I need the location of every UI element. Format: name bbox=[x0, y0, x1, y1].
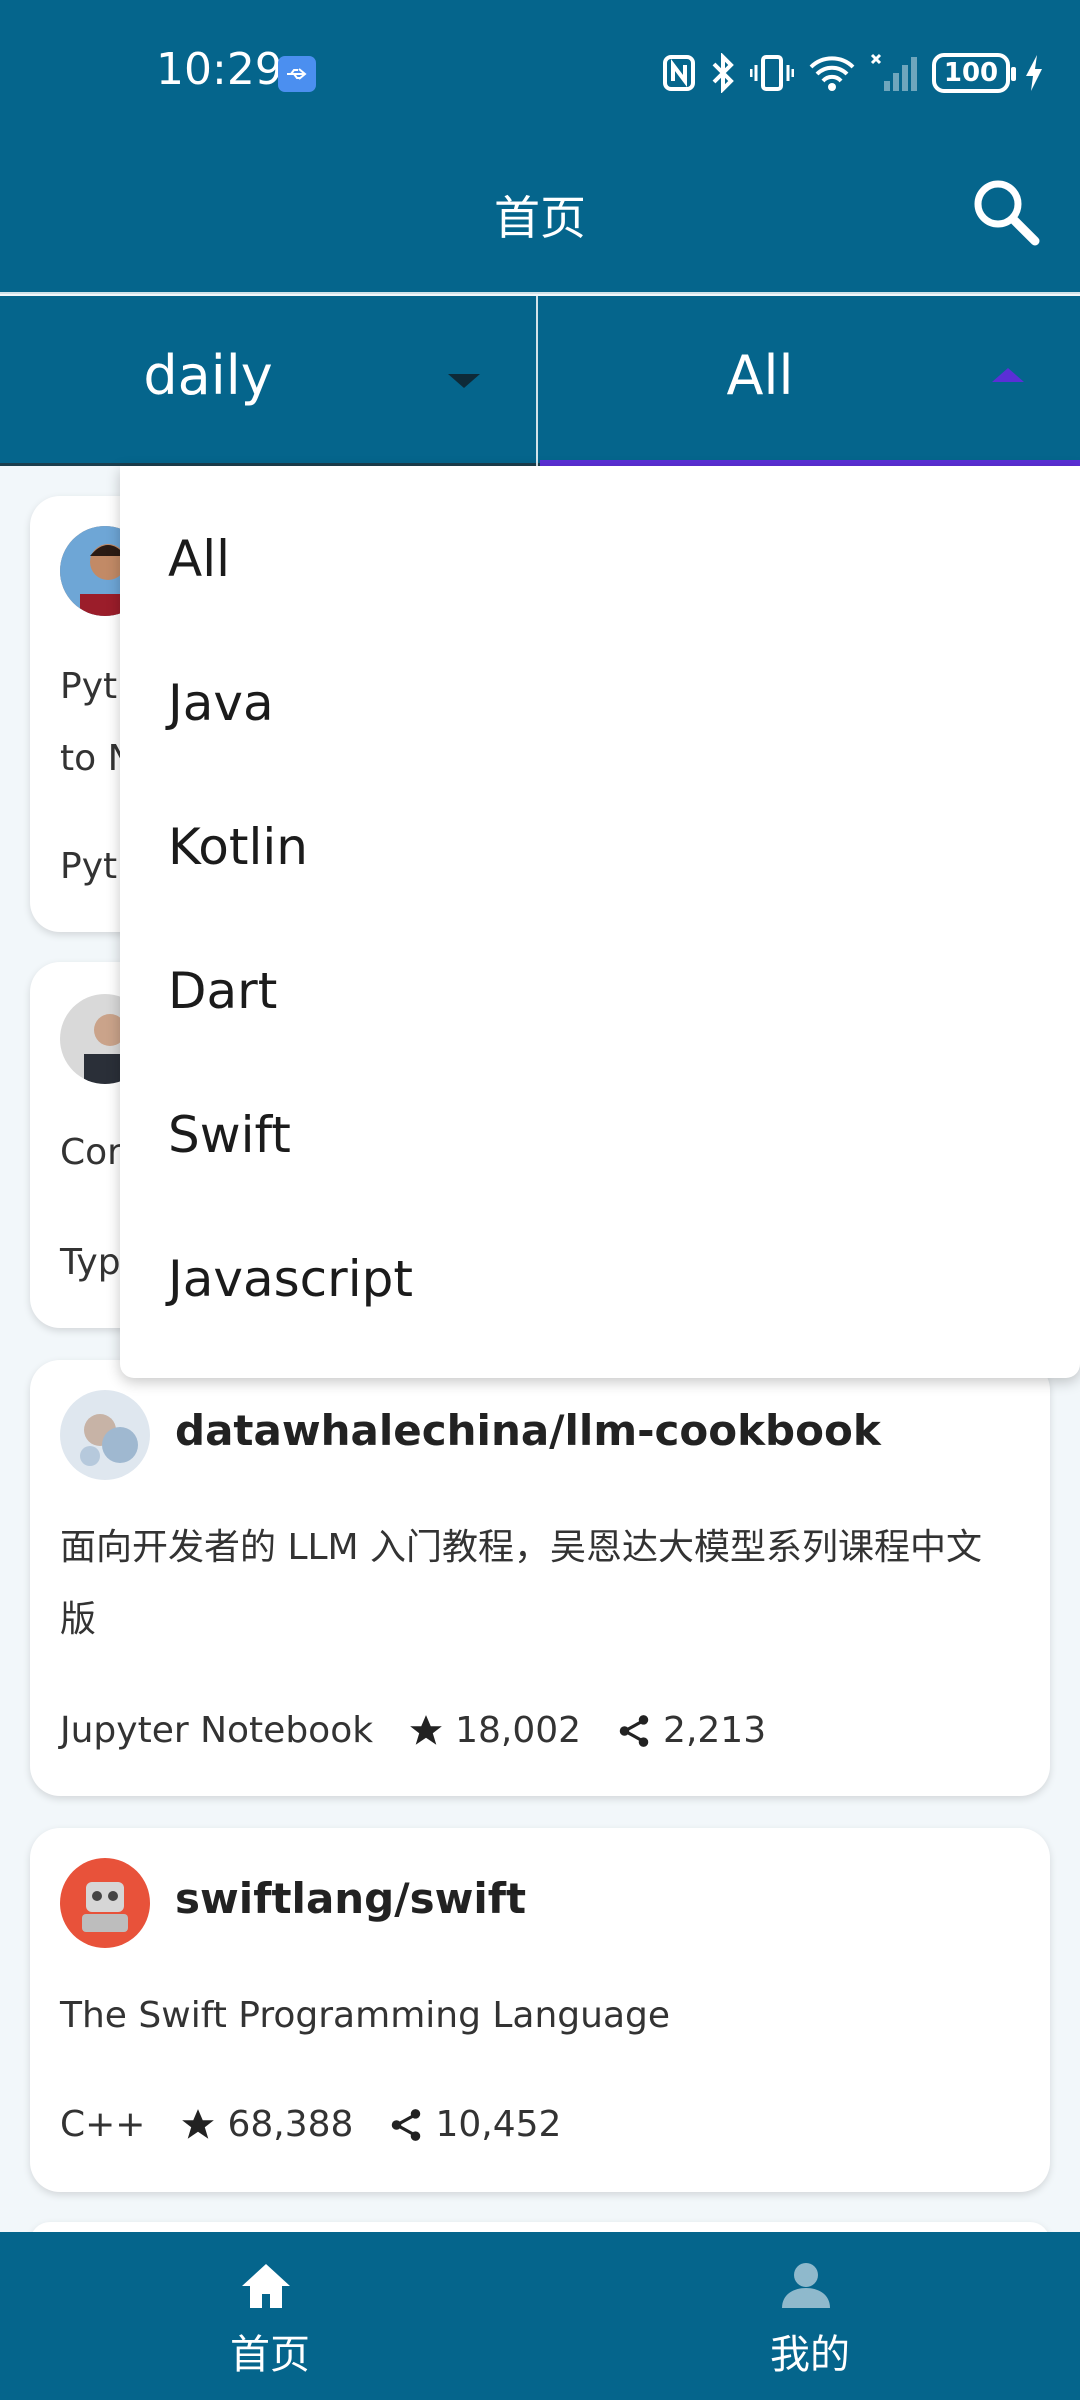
vibrate-icon bbox=[750, 55, 794, 91]
repo-stars: 68,388 bbox=[179, 2104, 353, 2145]
person-icon bbox=[782, 2263, 830, 2308]
language-dropdown-menu: All Java Kotlin Dart Swift Javascript bbox=[120, 466, 1080, 1378]
dropdown-option-dart[interactable]: Dart bbox=[168, 962, 277, 1020]
battery-indicator: 100 bbox=[932, 53, 1016, 93]
repo-description: Cor bbox=[60, 1132, 122, 1173]
period-filter[interactable]: daily bbox=[0, 296, 538, 466]
language-filter-label: All bbox=[726, 344, 794, 407]
star-icon bbox=[410, 1714, 442, 1745]
repo-forks-count: 10,452 bbox=[435, 2104, 562, 2145]
language-filter[interactable]: All bbox=[540, 296, 1080, 466]
repo-stars-count: 68,388 bbox=[227, 2104, 354, 2145]
caret-down-icon bbox=[448, 374, 480, 388]
repo-language: Typ bbox=[60, 1242, 121, 1283]
nfc-icon bbox=[663, 55, 695, 91]
bottom-nav: 首页 我的 bbox=[0, 2232, 1080, 2400]
dropdown-option-kotlin[interactable]: Kotlin bbox=[168, 818, 308, 876]
repo-stars: 18,002 bbox=[407, 1710, 581, 1751]
filter-bar: daily All bbox=[0, 296, 1080, 466]
repo-language: C++ bbox=[60, 2104, 146, 2145]
nav-item-home[interactable]: 首页 bbox=[0, 2232, 540, 2400]
nav-label-me: 我的 bbox=[770, 2332, 850, 2378]
repo-card[interactable]: swiftlang/swift The Swift Programming La… bbox=[30, 1828, 1050, 2192]
avatar bbox=[60, 1858, 150, 1948]
repo-meta: C++ 68,388 10,452 bbox=[60, 2104, 561, 2145]
wifi-icon bbox=[809, 56, 855, 91]
nav-label-home: 首页 bbox=[230, 2332, 310, 2378]
repo-forks: 2,213 bbox=[615, 1710, 766, 1751]
repo-card[interactable]: datawhalechina/llm-cookbook 面向开发者的 LLM 入… bbox=[30, 1360, 1050, 1796]
repo-language: Jupyter Notebook bbox=[60, 1710, 374, 1751]
dropdown-option-swift[interactable]: Swift bbox=[168, 1106, 291, 1164]
repo-language: Pyt bbox=[60, 846, 118, 887]
dropdown-option-java[interactable]: Java bbox=[168, 674, 274, 732]
share-icon bbox=[392, 2108, 421, 2141]
repo-meta: Jupyter Notebook 18,002 2,213 bbox=[60, 1710, 766, 1751]
nav-item-me[interactable]: 我的 bbox=[540, 2232, 1080, 2400]
status-bar: 10:29 100 bbox=[0, 0, 1080, 140]
share-icon bbox=[619, 1714, 649, 1747]
app-bar: 首页 bbox=[0, 140, 1080, 294]
avatar bbox=[60, 1390, 150, 1480]
page-title: 首页 bbox=[494, 191, 586, 245]
repo-stars-count: 18,002 bbox=[455, 1710, 582, 1751]
usb-icon bbox=[278, 56, 316, 92]
signal-icon bbox=[870, 53, 917, 91]
star-icon bbox=[182, 2108, 215, 2139]
period-filter-label: daily bbox=[143, 344, 273, 407]
repo-name[interactable]: swiftlang/swift bbox=[175, 1874, 526, 1923]
dropdown-option-javascript[interactable]: Javascript bbox=[168, 1250, 413, 1308]
dropdown-option-all[interactable]: All bbox=[168, 530, 230, 588]
home-icon bbox=[242, 2264, 290, 2308]
repo-forks: 10,452 bbox=[387, 2104, 561, 2145]
search-icon bbox=[974, 180, 1040, 246]
repo-description: Pyt bbox=[60, 666, 118, 707]
charging-icon bbox=[1026, 55, 1042, 91]
caret-up-icon bbox=[992, 368, 1024, 382]
repo-description: 面向开发者的 LLM 入门教程，吴恩达大模型系列课程中文版 bbox=[60, 1527, 983, 1640]
repo-name[interactable]: datawhalechina/llm-cookbook bbox=[175, 1406, 881, 1455]
bluetooth-icon bbox=[712, 53, 734, 93]
status-time: 10:29 bbox=[156, 44, 283, 95]
search-button[interactable] bbox=[968, 174, 1044, 250]
repo-description: The Swift Programming Language bbox=[60, 1995, 671, 2036]
repo-forks-count: 2,213 bbox=[663, 1710, 767, 1751]
